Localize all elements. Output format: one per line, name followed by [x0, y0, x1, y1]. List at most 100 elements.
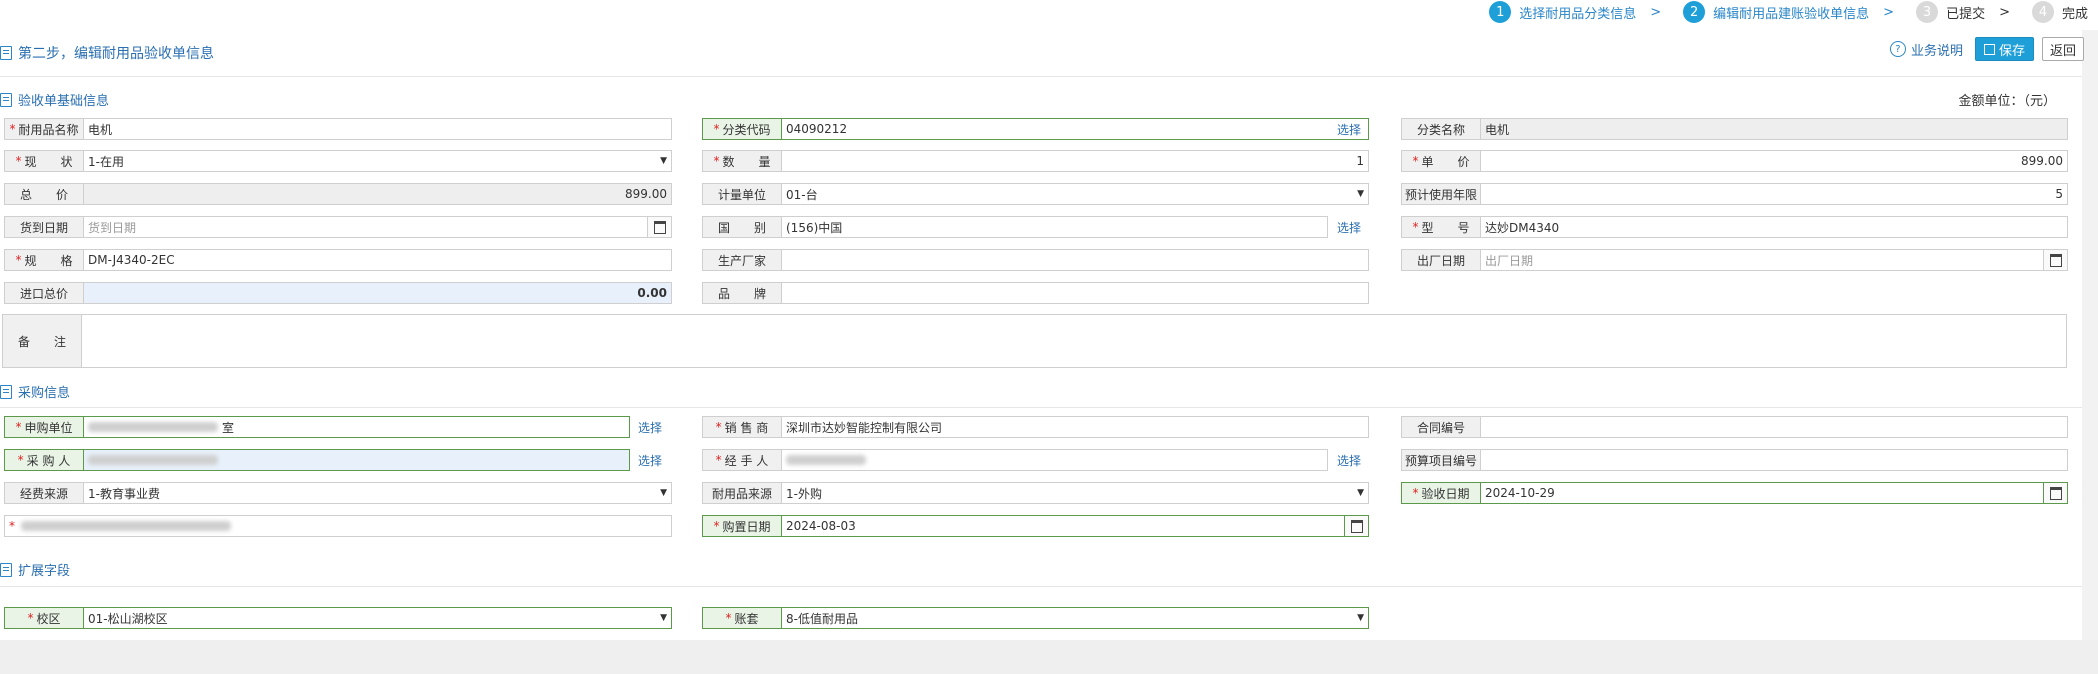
budget-input[interactable] — [1481, 449, 2068, 471]
section-basic: 验收单基础信息 — [0, 90, 109, 109]
choose-handler-link[interactable]: 选择 — [1337, 452, 1361, 469]
page-footer-area — [0, 640, 2098, 674]
handler-input[interactable] — [782, 449, 1328, 471]
field-handler: * 经 手 人 — [702, 449, 1328, 471]
field-label: 国 别 — [702, 216, 782, 238]
field-label: * 现 状 — [4, 150, 84, 172]
back-button[interactable]: 返回 — [2041, 37, 2084, 61]
step-label: 选择耐用品分类信息 — [1519, 6, 1637, 22]
fund-select[interactable]: 1-教育事业费 ▼ — [84, 482, 672, 504]
field-label: * 采 购 人 — [4, 449, 84, 471]
choose-dept-link[interactable]: 选择 — [638, 419, 662, 436]
calendar-icon[interactable] — [2044, 249, 2068, 271]
step-number: 3 — [1916, 1, 1939, 23]
arrive-date-input[interactable]: 货到日期 — [84, 216, 648, 238]
status-select[interactable]: 1-在用 ▼ — [84, 150, 672, 172]
field-factory-date: 出厂日期 出厂日期 — [1401, 249, 2068, 271]
field-label: 备 注 — [2, 314, 82, 368]
code-input[interactable]: 04090212 — [782, 118, 1369, 140]
field-dept: * 申购单位 室 — [4, 416, 630, 438]
field-years: 预计使用年限 5 — [1401, 183, 2068, 205]
field-label: * 销 售 商 — [702, 416, 782, 438]
brand-input[interactable] — [782, 282, 1369, 304]
campus-select[interactable]: 01-松山湖校区 ▼ — [84, 607, 672, 629]
top-steps-bar: 1 选择耐用品分类信息 > 2 编辑耐用品建账验收单信息 > 3 已提交 > 4… — [0, 0, 2098, 30]
name-input[interactable]: 电机 — [84, 118, 672, 140]
section-ext: 扩展字段 — [0, 560, 70, 579]
field-label: 总 价 — [4, 183, 84, 205]
unit-select[interactable]: 01-台 ▼ — [782, 183, 1369, 205]
save-label: 保存 — [1998, 43, 2025, 59]
step-4: 4 完成 — [2031, 1, 2088, 23]
calendar-icon[interactable] — [1345, 515, 1369, 537]
spec-input[interactable]: DM-J4340-2EC — [84, 249, 672, 271]
step-number: 4 — [2031, 1, 2054, 23]
chevron-down-icon: ▼ — [1357, 189, 1364, 199]
country-input[interactable]: (156)中国 — [782, 216, 1328, 238]
field-unit: 计量单位 01-台 ▼ — [702, 183, 1369, 205]
step-label: 已提交 — [1946, 6, 1986, 22]
field-label: 计量单位 — [702, 183, 782, 205]
field-label: 预计使用年限 — [1401, 183, 1481, 205]
price-input[interactable]: 899.00 — [1481, 150, 2068, 172]
chevron-down-icon: ▼ — [1357, 613, 1364, 623]
step-label: 完成 — [2061, 6, 2088, 22]
maker-input[interactable] — [782, 249, 1369, 271]
field-label: * 校区 — [4, 607, 84, 629]
divider — [0, 76, 2082, 77]
field-buyer: * 采 购 人 — [4, 449, 630, 471]
field-label: * 分类代码 — [702, 118, 782, 140]
buy-date-input[interactable]: 2024-08-03 — [782, 515, 1345, 537]
help-label: 业务说明 — [1910, 43, 1963, 59]
contract-input[interactable] — [1481, 416, 2068, 438]
remark-textarea[interactable] — [82, 314, 2067, 368]
dept-input[interactable]: 室 — [84, 416, 630, 438]
field-contract: 合同编号 — [1401, 416, 2068, 438]
buyer-input[interactable] — [84, 449, 630, 471]
years-input[interactable]: 5 — [1481, 183, 2068, 205]
amount-unit: 金额单位：（元） — [1958, 94, 2056, 109]
field-label: * 耐用品名称 — [4, 118, 84, 140]
field-name: * 耐用品名称 电机 — [4, 118, 672, 140]
step-3: 3 已提交 > — [1916, 1, 2024, 23]
save-button[interactable]: 保存 — [1974, 37, 2034, 61]
redacted-input[interactable]: * — [4, 515, 672, 537]
factory-date-input[interactable]: 出厂日期 — [1481, 249, 2044, 271]
field-label: 货到日期 — [4, 216, 84, 238]
field-label: 进口总价 — [4, 282, 84, 304]
seller-input[interactable]: 深圳市达妙智能控制有限公司 — [782, 416, 1369, 438]
document-icon — [0, 384, 12, 399]
choose-code-link[interactable]: 选择 — [1337, 121, 1361, 138]
chevron-down-icon: ▼ — [660, 488, 667, 498]
field-label: 经费来源 — [4, 482, 84, 504]
field-accept-date: * 验收日期 2024-10-29 — [1401, 482, 2068, 504]
qty-input[interactable]: 1 — [782, 150, 1369, 172]
field-maker: 生产厂家 — [702, 249, 1369, 271]
field-buy-date: * 购置日期 2024-08-03 — [702, 515, 1369, 537]
field-label: 耐用品来源 — [702, 482, 782, 504]
source-select[interactable]: 1-外购 ▼ — [782, 482, 1369, 504]
calendar-icon[interactable] — [2044, 482, 2068, 504]
section-title: 采购信息 — [18, 386, 71, 401]
choose-buyer-link[interactable]: 选择 — [638, 452, 662, 469]
step-number: 2 — [1683, 1, 1706, 23]
accept-date-input[interactable]: 2024-10-29 — [1481, 482, 2044, 504]
field-label: 品 牌 — [702, 282, 782, 304]
field-label: * 购置日期 — [702, 515, 782, 537]
calendar-icon[interactable] — [648, 216, 672, 238]
field-code: * 分类代码 04090212 — [702, 118, 1369, 140]
model-input[interactable]: 达妙DM4340 — [1481, 216, 2068, 238]
section-title: 扩展字段 — [18, 564, 71, 579]
step-1: 1 选择耐用品分类信息 > — [1489, 1, 1675, 23]
page-title: 第二步，编辑耐用品验收单信息 — [0, 43, 214, 63]
choose-country-link[interactable]: 选择 — [1337, 219, 1361, 236]
progress-steps: 1 选择耐用品分类信息 > 2 编辑耐用品建账验收单信息 > 3 已提交 > 4… — [1481, 0, 2088, 24]
ledger-select[interactable]: 8-低值耐用品 ▼ — [782, 607, 1369, 629]
step-2: 2 编辑耐用品建账验收单信息 > — [1683, 1, 1908, 23]
question-icon: ? — [1889, 41, 1906, 57]
field-brand: 品 牌 — [702, 282, 1369, 304]
help-link[interactable]: ? 业务说明 — [1889, 40, 1963, 59]
import-total-input[interactable]: 0.00 — [84, 282, 672, 304]
step-separator: > — [1883, 4, 1895, 20]
chevron-down-icon: ▼ — [660, 613, 667, 623]
